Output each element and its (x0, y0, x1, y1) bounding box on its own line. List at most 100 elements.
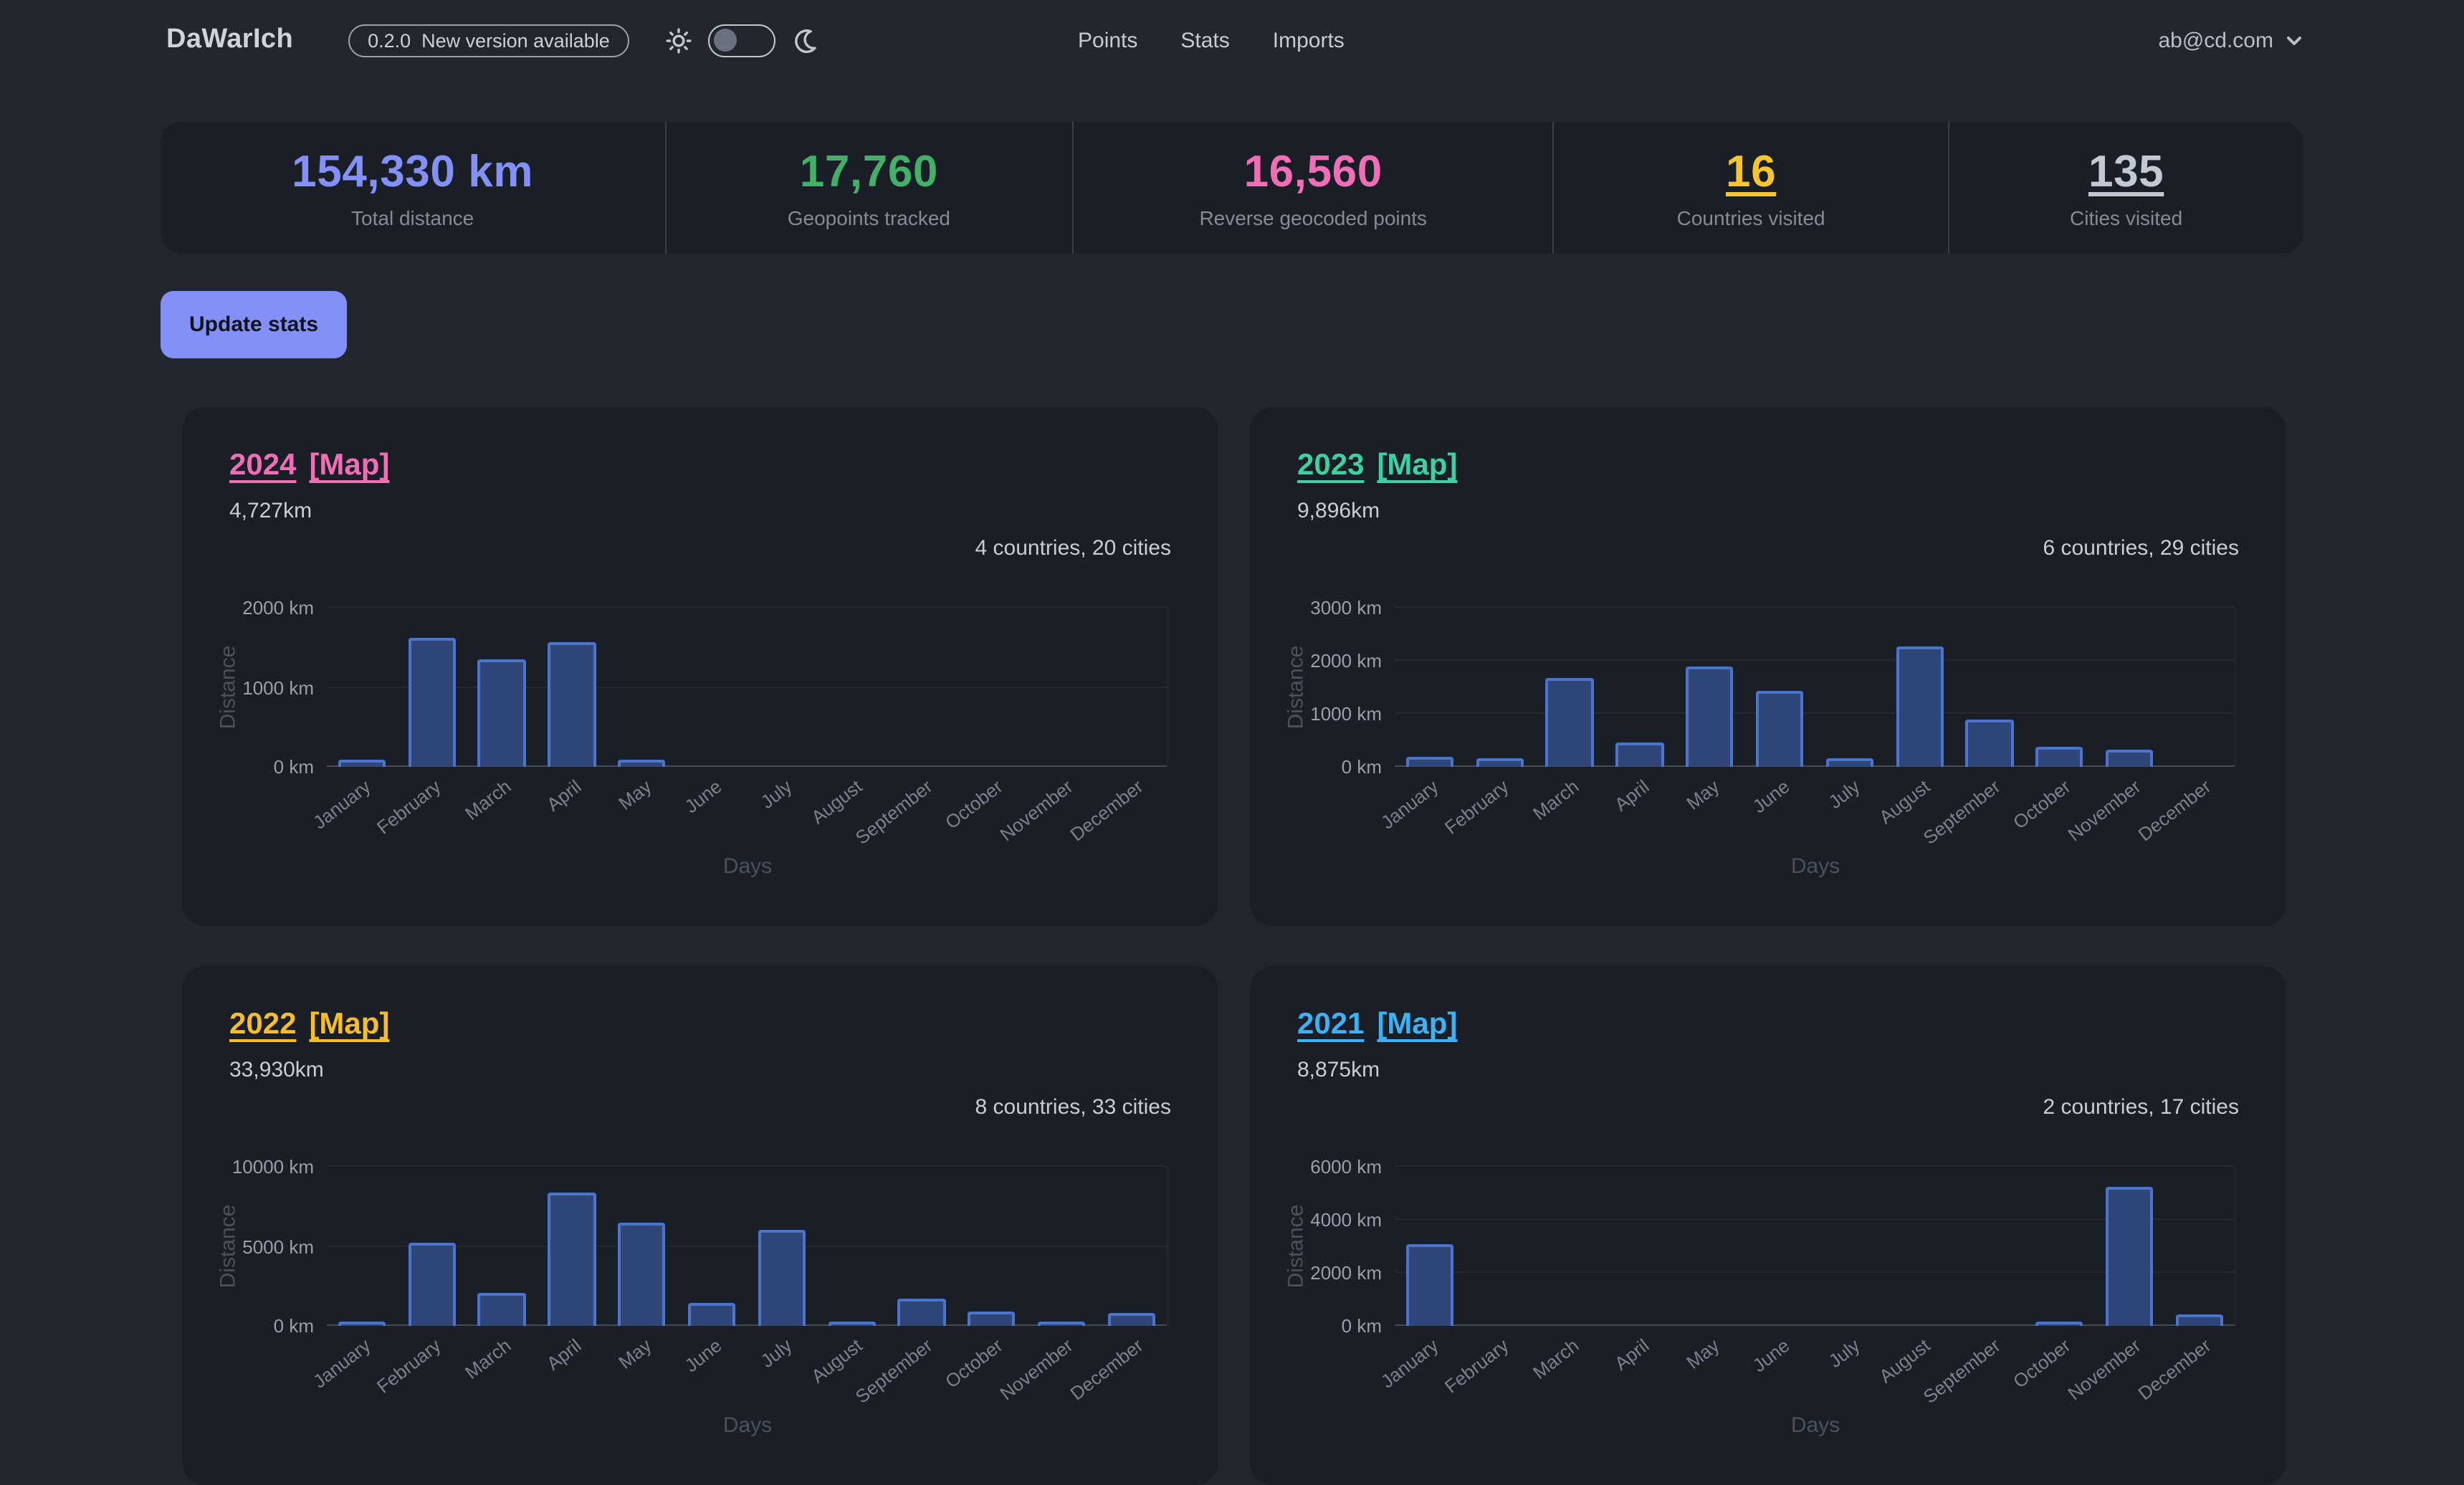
year-link[interactable]: 2023 (1297, 447, 1364, 484)
x-tick-label: June (1749, 1334, 1794, 1376)
year-link[interactable]: 2022 (229, 1006, 296, 1044)
bar-slot-december (1097, 608, 1167, 767)
x-tick-label: August (1875, 775, 1934, 828)
bar-slot-january (1395, 1167, 1465, 1326)
x-tick-label: May (615, 775, 656, 814)
y-tick-label: 2000 km (1310, 650, 1382, 672)
x-tick-label: June (681, 1334, 726, 1376)
bar-slot-march (467, 608, 537, 767)
navbar-left: DaWarIch 0.2.0 New version available (166, 24, 819, 57)
chart-bar (828, 1322, 875, 1326)
x-axis-labels: JanuaryFebruaryMarchAprilMayJuneJulyAugu… (1395, 775, 2236, 856)
bars (1395, 608, 2235, 767)
bar-slot-may (1675, 1167, 1745, 1326)
x-tick-label: April (1610, 1334, 1653, 1375)
x-axis-title: Days (327, 1413, 1168, 1438)
chart-bar (478, 659, 525, 767)
theme-toggle[interactable] (709, 24, 776, 57)
user-menu[interactable]: ab@cd.com (2158, 28, 2303, 52)
monthly-distance-chart: Distance 3000 km2000 km1000 km0 km Janua… (1297, 593, 2239, 880)
year-card: 2024 [Map] 4,727km 4 countries, 20 citie… (182, 407, 1218, 926)
bars (1395, 1167, 2235, 1326)
x-tick-label: May (1683, 1334, 1724, 1373)
year-link[interactable]: 2024 (229, 447, 296, 484)
nav-link-stats[interactable]: Stats (1180, 28, 1229, 52)
bar-slot-february (1465, 1167, 1535, 1326)
year-distance: 9,896km (1297, 499, 2239, 527)
update-stats-button[interactable]: Update stats (161, 291, 347, 358)
year-link[interactable]: 2021 (1297, 1006, 1364, 1044)
bar-slot-september (1954, 608, 2025, 767)
x-tick-label: August (807, 775, 866, 828)
chart-bar (338, 1322, 386, 1326)
version-badge[interactable]: 0.2.0 New version available (348, 24, 630, 57)
x-tick-label: September (1919, 1334, 2004, 1408)
bar-slot-may (607, 608, 677, 767)
x-tick-label: November (995, 1334, 1076, 1404)
x-tick-label: September (851, 775, 936, 849)
bar-slot-june (1744, 608, 1815, 767)
countries-visited-link[interactable]: 16 (1726, 146, 1776, 198)
bar-slot-january (1395, 608, 1465, 767)
bar-slot-october (2025, 608, 2095, 767)
chart-bar (1546, 678, 1593, 767)
x-tick-label: December (1066, 1334, 1147, 1404)
x-axis-title: Days (1395, 1413, 2236, 1438)
chart-bar (898, 1298, 945, 1326)
x-tick-label: January (1377, 775, 1443, 834)
bar-slot-april (1605, 1167, 1675, 1326)
chart-bar (1966, 720, 2013, 767)
x-tick-label: January (1377, 1334, 1443, 1393)
x-axis-title: Days (1395, 854, 2236, 879)
nav-link-imports[interactable]: Imports (1273, 28, 1345, 52)
x-tick-label: October (941, 1334, 1006, 1393)
bar-slot-august (817, 1167, 887, 1326)
chart-bar (478, 1292, 525, 1326)
chart-bar (338, 760, 386, 767)
map-link[interactable]: [Map] (1377, 1006, 1457, 1044)
chart-plot-area: 3000 km2000 km1000 km0 km (1395, 608, 2236, 767)
x-axis-labels: JanuaryFebruaryMarchAprilMayJuneJulyAugu… (327, 1334, 1168, 1415)
app-root: DaWarIch 0.2.0 New version available (0, 0, 2464, 1363)
bar-slot-april (537, 1167, 607, 1326)
y-tick-label: 2000 km (1310, 1262, 1382, 1284)
app-logo[interactable]: DaWarIch (166, 24, 293, 56)
year-cards-grid: 2024 [Map] 4,727km 4 countries, 20 citie… (182, 407, 2286, 1485)
stat-label: Countries visited (1677, 206, 1825, 229)
year-card-header: 2023 [Map] (1297, 447, 2239, 484)
map-link[interactable]: [Map] (309, 1006, 389, 1044)
bar-slot-october (957, 608, 1027, 767)
bar-slot-february (397, 1167, 467, 1326)
x-tick-label: September (1919, 775, 2004, 849)
user-email: ab@cd.com (2158, 28, 2273, 52)
bar-slot-november (1027, 1167, 1097, 1326)
nav-link-points[interactable]: Points (1078, 28, 1137, 52)
x-tick-label: June (1749, 775, 1794, 817)
chart-plot-area: 10000 km5000 km0 km (327, 1167, 1168, 1326)
x-tick-label: February (1441, 775, 1513, 839)
year-distance: 33,930km (229, 1058, 1171, 1087)
chart-bar (618, 1223, 665, 1326)
stat-value: 17,760 (800, 146, 938, 198)
bar-slot-august (1885, 608, 1955, 767)
map-link[interactable]: [Map] (1377, 447, 1457, 484)
bar-slot-june (1744, 1167, 1815, 1326)
x-tick-label: August (1875, 1334, 1934, 1387)
theme-controls (666, 24, 819, 57)
chart-bar (2106, 750, 2153, 767)
bar-slot-october (2025, 1167, 2095, 1326)
cities-visited-link[interactable]: 135 (2088, 146, 2164, 198)
x-tick-label: November (2063, 1334, 2144, 1404)
y-tick-label: 0 km (1342, 1315, 1382, 1337)
y-tick-label: 2000 km (242, 597, 314, 619)
x-tick-label: April (543, 1334, 585, 1375)
stats-panel: 154,330 km Total distance 17,760 Geopoin… (161, 122, 2303, 254)
x-tick-label: January (310, 775, 375, 834)
bar-slot-october (957, 1167, 1027, 1326)
map-link[interactable]: [Map] (309, 447, 389, 484)
x-tick-label: October (941, 775, 1006, 834)
navbar: DaWarIch 0.2.0 New version available (0, 0, 2464, 80)
bar-slot-september (1954, 1167, 2025, 1326)
x-tick-label: August (807, 1334, 866, 1387)
y-tick-label: 6000 km (1310, 1156, 1382, 1178)
